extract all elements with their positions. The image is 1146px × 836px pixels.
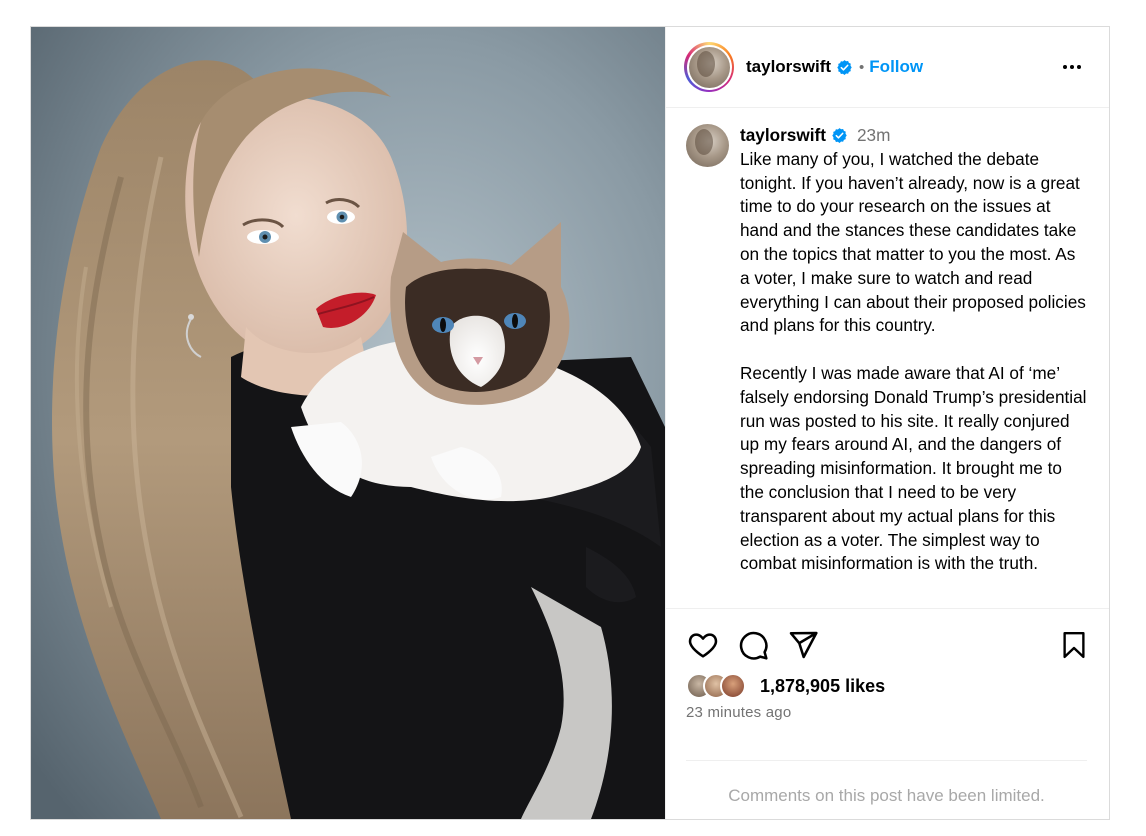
more-dot (1070, 65, 1074, 69)
post-side-panel: taylorswift • Follow taylorswift 23m Lik… (665, 27, 1109, 819)
action-bar (686, 627, 1087, 663)
verified-badge-icon (836, 59, 853, 76)
more-horizontal-icon[interactable] (1061, 59, 1083, 75)
follow-button[interactable]: Follow (869, 57, 923, 77)
heart-icon[interactable] (686, 628, 720, 662)
comments-limited-notice: Comments on this post have been limited. (728, 786, 1045, 805)
caption-paragraph: Like many of you, I watched the debate t… (740, 148, 1086, 336)
bookmark-icon[interactable] (1057, 628, 1091, 662)
header-username[interactable]: taylorswift (746, 57, 831, 77)
comment-bubble-icon[interactable] (736, 628, 770, 662)
header-separator: • (859, 58, 865, 76)
caption-timestamp[interactable]: 23m (857, 124, 890, 148)
instagram-post-card: taylorswift • Follow taylorswift 23m Lik… (30, 26, 1110, 820)
caption-paragraph: Recently I was made aware that AI of ‘me… (740, 362, 1087, 574)
caption-username[interactable]: taylorswift (740, 124, 826, 148)
more-dot (1063, 65, 1067, 69)
paper-plane-icon[interactable] (786, 628, 820, 662)
profile-avatar-story-ring[interactable] (684, 42, 734, 92)
liker-avatar[interactable] (720, 673, 746, 699)
avatar (688, 46, 730, 88)
caption-body: taylorswift 23m Like many of you, I watc… (740, 124, 1087, 608)
verified-badge-icon (831, 127, 848, 144)
avatar-ring-inner (686, 44, 732, 90)
liker-avatars (686, 673, 746, 699)
divider (686, 760, 1087, 761)
caption-avatar[interactable] (686, 124, 729, 167)
post-photo-illustration (31, 27, 665, 819)
post-photo[interactable] (31, 27, 665, 819)
caption-header: taylorswift 23m (740, 124, 1087, 148)
post-actions-area: 1,878,905 likes 23 minutes ago Comments … (666, 608, 1109, 819)
post-timestamp[interactable]: 23 minutes ago (686, 704, 1087, 721)
likes-count[interactable]: 1,878,905 likes (760, 676, 885, 697)
caption-scroll-area[interactable]: taylorswift 23m Like many of you, I watc… (666, 108, 1109, 608)
post-header: taylorswift • Follow (666, 27, 1109, 108)
more-dot (1077, 65, 1081, 69)
likes-row: 1,878,905 likes (686, 672, 1087, 700)
